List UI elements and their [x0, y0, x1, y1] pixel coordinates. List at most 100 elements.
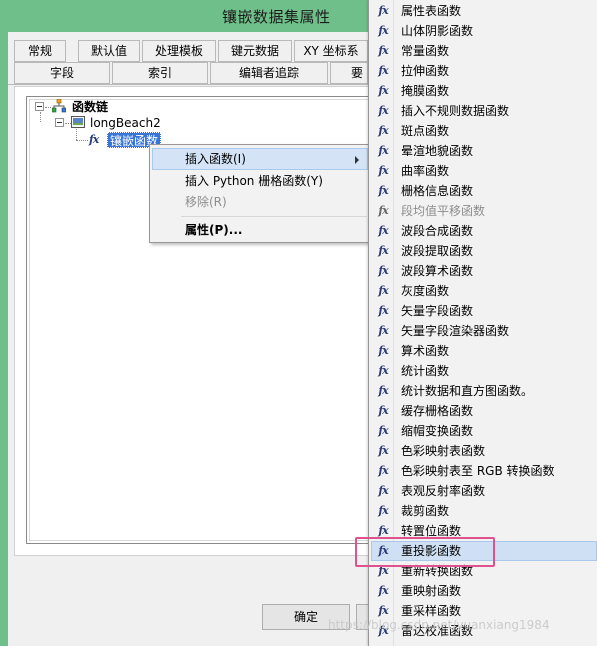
- child-collapse-toggle[interactable]: [55, 118, 64, 127]
- submenu-item[interactable]: fx 属性表函数: [371, 1, 597, 21]
- fx-icon: fx: [89, 133, 99, 146]
- fx-icon: fx: [378, 324, 388, 337]
- fx-icon: fx: [378, 104, 388, 117]
- submenu-item-label: 缩帽变换函数: [401, 424, 474, 438]
- fx-icon: fx: [378, 64, 388, 77]
- submenu-item[interactable]: fx 栅格信息函数: [371, 181, 597, 201]
- fx-icon: fx: [378, 464, 388, 477]
- window-title: 镶嵌数据集属性: [222, 8, 331, 26]
- submenu-item[interactable]: fx 斑点函数: [371, 121, 597, 141]
- submenu-arrow-icon: [355, 156, 359, 164]
- tab-xy-coordinate-system[interactable]: XY 坐标系: [294, 40, 368, 62]
- submenu-item-label: 曲率函数: [401, 164, 450, 178]
- tab-more[interactable]: 要: [330, 62, 368, 84]
- fx-icon: fx: [378, 164, 388, 177]
- tree-line: [40, 112, 41, 122]
- submenu-item[interactable]: fx 色彩映射表函数: [371, 441, 597, 461]
- tree-node-function-chain[interactable]: 函数链: [72, 99, 108, 115]
- fx-icon: fx: [378, 584, 388, 597]
- submenu-item[interactable]: fx 重映射函数: [371, 581, 597, 601]
- fx-icon: fx: [378, 484, 388, 497]
- submenu-item-label: 色彩映射表至 RGB 转换函数: [401, 464, 555, 478]
- menu-item-label: 移除(R): [185, 195, 227, 209]
- submenu-item[interactable]: fx 常量函数: [371, 41, 597, 61]
- fx-icon: fx: [378, 204, 388, 217]
- submenu-item[interactable]: fx 统计函数: [371, 361, 597, 381]
- root-collapse-toggle[interactable]: [35, 102, 44, 111]
- fx-icon: fx: [378, 84, 388, 97]
- fx-icon: fx: [378, 344, 388, 357]
- submenu-item[interactable]: fx 灰度函数: [371, 281, 597, 301]
- submenu-item-label: 栅格信息函数: [401, 184, 474, 198]
- submenu-item[interactable]: fx 波段合成函数: [371, 221, 597, 241]
- submenu-item-label: 重映射函数: [401, 584, 462, 598]
- submenu-item[interactable]: fx 晕渲地貌函数: [371, 141, 597, 161]
- tab-indexes[interactable]: 索引: [112, 62, 208, 84]
- submenu-item-label: 灰度函数: [401, 284, 450, 298]
- fx-icon: fx: [378, 364, 388, 377]
- submenu-item-label: 重采样函数: [401, 604, 462, 618]
- submenu-item[interactable]: fx 插入不规则数据函数: [371, 101, 597, 121]
- menu-item-insert-python-raster-function[interactable]: 插入 Python 栅格函数(Y): [152, 170, 368, 192]
- submenu-item[interactable]: fx 波段算术函数: [371, 261, 597, 281]
- submenu-item-label: 统计数据和直方图函数。: [401, 384, 534, 398]
- submenu-item-label: 波段算术函数: [401, 264, 474, 278]
- tree-node-longbeach2[interactable]: longBeach2: [90, 115, 161, 131]
- submenu-item-label: 拉伸函数: [401, 64, 450, 78]
- tab-defaults[interactable]: 默认值: [78, 40, 140, 62]
- menu-item-remove: 移除(R): [152, 191, 368, 213]
- fx-icon: fx: [378, 184, 388, 197]
- submenu-item[interactable]: fx 掩膜函数: [371, 81, 597, 101]
- submenu-item[interactable]: fx 矢量字段函数: [371, 301, 597, 321]
- menu-item-properties[interactable]: 属性(P)...: [152, 219, 368, 241]
- submenu-item[interactable]: fx 色彩映射表至 RGB 转换函数: [371, 461, 597, 481]
- submenu-item[interactable]: fx 缩帽变换函数: [371, 421, 597, 441]
- submenu-item-label: 斑点函数: [401, 124, 450, 138]
- submenu-item-label: 矢量字段渲染器函数: [401, 324, 510, 338]
- fx-icon: fx: [378, 244, 388, 257]
- submenu-item[interactable]: fx 裁剪函数: [371, 501, 597, 521]
- tab-general[interactable]: 常规: [14, 40, 66, 62]
- fx-icon: fx: [378, 284, 388, 297]
- context-menu: 插入函数(I) 插入 Python 栅格函数(Y) 移除(R) 属性(P)...: [149, 144, 371, 243]
- submenu-item-label: 转置位函数: [401, 524, 462, 538]
- tab-processing-templates[interactable]: 处理模板: [142, 40, 216, 62]
- submenu-item-label: 掩膜函数: [401, 84, 450, 98]
- tab-key-metadata[interactable]: 键元数据: [218, 40, 292, 62]
- submenu-item[interactable]: fx 缓存栅格函数: [371, 401, 597, 421]
- menu-item-insert-function[interactable]: 插入函数(I): [152, 148, 368, 170]
- submenu-item-label: 波段合成函数: [401, 224, 474, 238]
- submenu-item[interactable]: fx 拉伸函数: [371, 61, 597, 81]
- fx-icon: fx: [378, 404, 388, 417]
- menu-item-label: 插入函数(I): [185, 152, 246, 166]
- tab-editor-tracking[interactable]: 编辑者追踪: [210, 62, 328, 84]
- fx-icon: fx: [378, 504, 388, 517]
- fx-icon: fx: [378, 24, 388, 37]
- submenu-item: fx 段均值平移函数: [371, 201, 597, 221]
- fx-icon: fx: [378, 124, 388, 137]
- tree-line: [76, 140, 88, 141]
- submenu-item[interactable]: fx 波段提取函数: [371, 241, 597, 261]
- submenu-item[interactable]: fx 表观反射率函数: [371, 481, 597, 501]
- submenu-item-label: 波段提取函数: [401, 244, 474, 258]
- submenu-item-label: 算术函数: [401, 344, 450, 358]
- submenu-item-label: 色彩映射表函数: [401, 444, 486, 458]
- submenu-item[interactable]: fx 算术函数: [371, 341, 597, 361]
- annotation-highlight-box: [355, 537, 495, 567]
- submenu-item-label: 晕渲地貌函数: [401, 144, 474, 158]
- submenu-item[interactable]: fx 山体阴影函数: [371, 21, 597, 41]
- menu-item-label: 插入 Python 栅格函数(Y): [185, 174, 323, 188]
- submenu-item[interactable]: fx 统计数据和直方图函数。: [371, 381, 597, 401]
- raster-dataset-icon: [71, 116, 85, 128]
- fx-icon: fx: [378, 4, 388, 17]
- submenu-item-label: 段均值平移函数: [401, 204, 486, 218]
- tab-fields[interactable]: 字段: [14, 62, 110, 84]
- fx-icon: fx: [378, 424, 388, 437]
- tree-line: [45, 107, 51, 108]
- fx-icon: fx: [378, 384, 388, 397]
- submenu-item[interactable]: fx 矢量字段渲染器函数: [371, 321, 597, 341]
- fx-icon: fx: [378, 304, 388, 317]
- submenu-item[interactable]: fx 曲率函数: [371, 161, 597, 181]
- submenu-item-label: 常量函数: [401, 44, 450, 58]
- fx-icon: fx: [378, 444, 388, 457]
